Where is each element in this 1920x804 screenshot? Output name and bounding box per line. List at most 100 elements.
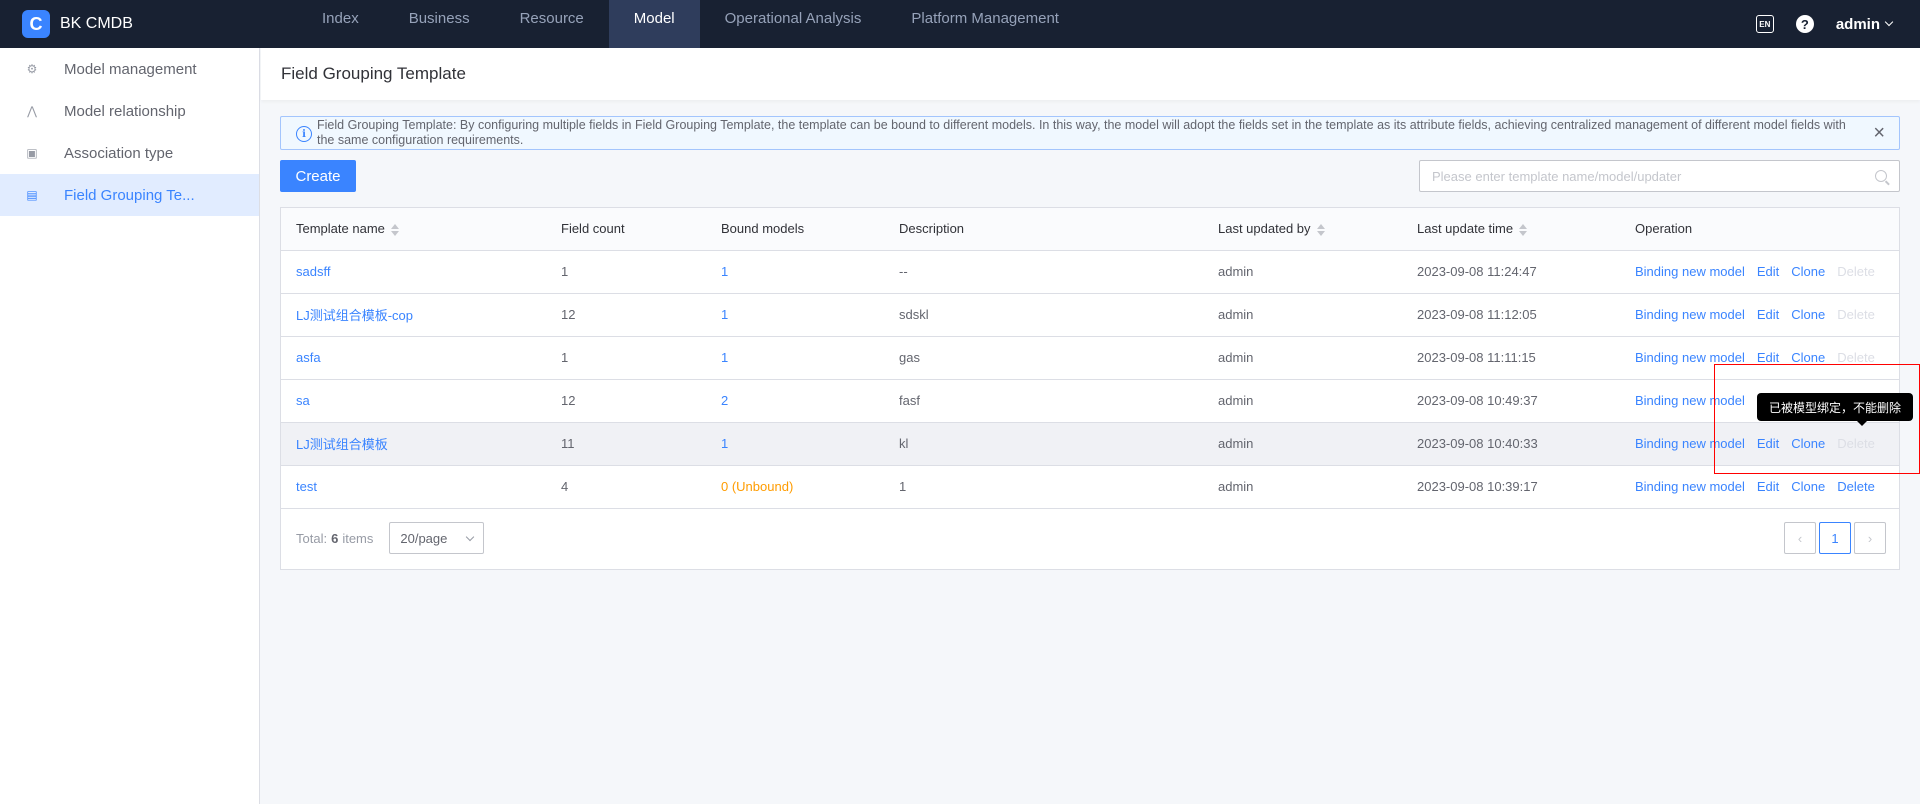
cell-field-count: 12 xyxy=(546,379,706,423)
header-last-update-time[interactable]: Last update time xyxy=(1402,208,1620,251)
edit-button[interactable]: Edit xyxy=(1757,436,1779,451)
binding-new-model-button[interactable]: Binding new model xyxy=(1635,264,1745,279)
cell-template-name[interactable]: LJ测试组合模板-cop xyxy=(281,293,546,337)
cell-description: gas xyxy=(884,336,1203,380)
table-row: LJ测试组合模板-cop 12 1 sdskl admin 2023-09-08 11:1… xyxy=(281,293,1899,337)
nav-item-resource[interactable]: Resource xyxy=(495,0,609,48)
sort-icon[interactable] xyxy=(390,223,399,236)
binding-new-model-button[interactable]: Binding new model xyxy=(1635,436,1745,451)
page-size-select[interactable]: 20/page xyxy=(389,522,485,554)
prev-page-button[interactable]: ‹ xyxy=(1784,522,1816,554)
cell-template-name[interactable]: LJ测试组合模板 xyxy=(281,422,546,466)
cell-bound-models[interactable]: 2 xyxy=(706,379,884,423)
brand-name: BK CMDB xyxy=(60,15,133,32)
edit-button[interactable]: Edit xyxy=(1757,479,1779,494)
page-1-button[interactable]: 1 xyxy=(1819,522,1851,554)
edit-button[interactable]: Edit xyxy=(1757,350,1779,365)
cell-template-name[interactable]: sa xyxy=(281,379,546,423)
header-template-name[interactable]: Template name xyxy=(281,208,546,251)
nav-item-business[interactable]: Business xyxy=(384,0,495,48)
cell-updater: admin xyxy=(1203,336,1402,380)
table-header-row: Template name Field count Bound models D… xyxy=(281,208,1899,251)
cell-bound-models[interactable]: 1 xyxy=(706,422,884,466)
binding-new-model-button[interactable]: Binding new model xyxy=(1635,393,1745,408)
cell-updater: admin xyxy=(1203,422,1402,466)
header-last-updated-by[interactable]: Last updated by xyxy=(1203,208,1402,251)
delete-button[interactable]: Delete xyxy=(1837,436,1875,451)
nav-item-index[interactable]: Index xyxy=(297,0,384,48)
nav-item-operational-analysis[interactable]: Operational Analysis xyxy=(700,0,887,48)
delete-button[interactable]: Delete xyxy=(1837,350,1875,365)
table-row: LJ测试组合模板 11 1 kl admin 2023-09-08 10:40:33 Bin… xyxy=(281,422,1899,466)
binding-new-model-button[interactable]: Binding new model xyxy=(1635,479,1745,494)
delete-button[interactable]: Delete xyxy=(1837,307,1875,322)
page-buttons: ‹ 1 › xyxy=(1784,522,1886,554)
page-size-value: 20/page xyxy=(400,530,448,546)
info-icon: i xyxy=(296,126,312,142)
help-icon[interactable]: ? xyxy=(1795,15,1814,33)
cell-template-name[interactable]: test xyxy=(281,465,546,509)
nav-item-model[interactable]: Model xyxy=(608,0,700,48)
field-grouping-icon: ▤ xyxy=(26,188,38,202)
language-icon[interactable]: EN xyxy=(1755,15,1774,33)
cell-description: 1 xyxy=(884,465,1203,509)
username: admin xyxy=(1835,15,1880,33)
clone-button[interactable]: Clone xyxy=(1791,264,1825,279)
page-header: Field Grouping Template xyxy=(261,48,1920,100)
sort-icon[interactable] xyxy=(1316,223,1325,236)
pagination: Total: 6 items 20/page ‹ 1 › xyxy=(281,507,1899,569)
create-button[interactable]: Create xyxy=(280,160,356,192)
cell-operation: Binding new model Edit Clone Delete xyxy=(1620,293,1899,337)
cell-updater: admin xyxy=(1203,293,1402,337)
clone-button[interactable]: Clone xyxy=(1791,479,1825,494)
search-input[interactable] xyxy=(1432,168,1875,184)
cell-field-count: 11 xyxy=(546,422,706,466)
cell-bound-models[interactable]: 1 xyxy=(706,336,884,380)
header-field-count: Field count xyxy=(546,208,706,251)
chevron-down-icon xyxy=(1884,17,1894,27)
cell-description: fasf xyxy=(884,379,1203,423)
chevron-down-icon xyxy=(466,532,475,541)
cell-operation: Binding new model Edit Clone Delete xyxy=(1620,336,1899,380)
sidebar-item-field-grouping[interactable]: ▤ Field Grouping Te... xyxy=(0,174,259,216)
table-row: sadsff 1 1 -- admin 2023-09-08 11:24:47 Bindin… xyxy=(281,250,1899,294)
delete-button[interactable]: Delete xyxy=(1837,479,1875,494)
sort-icon[interactable] xyxy=(1519,223,1528,236)
sidebar-item-label: Association type xyxy=(64,144,174,162)
search-icon[interactable] xyxy=(1875,170,1887,182)
cell-updater: admin xyxy=(1203,465,1402,509)
cell-bound-models[interactable]: 1 xyxy=(706,293,884,337)
cell-template-name[interactable]: sadsff xyxy=(281,250,546,294)
sidebar-item-model-management[interactable]: ⚙ Model management xyxy=(0,48,259,90)
delete-disabled-tooltip: 已被模型绑定，不能删除 xyxy=(1757,393,1914,426)
cell-field-count: 4 xyxy=(546,465,706,509)
model-relationship-icon: ⋀ xyxy=(27,104,37,118)
cell-bound-models[interactable]: 0 (Unbound) xyxy=(706,465,884,509)
model-management-icon: ⚙ xyxy=(26,62,38,76)
sidebar-item-association-type[interactable]: ▣ Association type xyxy=(0,132,259,174)
clone-button[interactable]: Clone xyxy=(1791,350,1825,365)
cell-update-time: 2023-09-08 10:40:33 xyxy=(1402,422,1620,466)
cell-description: kl xyxy=(884,422,1203,466)
header-description: Description xyxy=(884,208,1203,251)
edit-button[interactable]: Edit xyxy=(1757,264,1779,279)
cell-update-time: 2023-09-08 10:39:17 xyxy=(1402,465,1620,509)
cell-update-time: 2023-09-08 10:49:37 xyxy=(1402,379,1620,423)
edit-button[interactable]: Edit xyxy=(1757,307,1779,322)
brand[interactable]: C BK CMDB xyxy=(0,10,280,38)
clone-button[interactable]: Clone xyxy=(1791,307,1825,322)
cell-template-name[interactable]: asfa xyxy=(281,336,546,380)
cell-bound-models[interactable]: 1 xyxy=(706,250,884,294)
binding-new-model-button[interactable]: Binding new model xyxy=(1635,307,1745,322)
cell-description: -- xyxy=(884,250,1203,294)
close-icon[interactable]: × xyxy=(1873,123,1885,143)
table-row: asfa 1 1 gas admin 2023-09-08 11:11:15 Binding… xyxy=(281,336,1899,380)
table-row: sa 12 2 fasf admin 2023-09-08 10:49:37 Binding… xyxy=(281,379,1899,423)
clone-button[interactable]: Clone xyxy=(1791,436,1825,451)
binding-new-model-button[interactable]: Binding new model xyxy=(1635,350,1745,365)
user-menu[interactable]: admin xyxy=(1835,15,1894,33)
sidebar-item-model-relationship[interactable]: ⋀ Model relationship xyxy=(0,90,259,132)
nav-item-platform-management[interactable]: Platform Management xyxy=(886,0,1084,48)
delete-button[interactable]: Delete xyxy=(1837,264,1875,279)
next-page-button[interactable]: › xyxy=(1854,522,1886,554)
